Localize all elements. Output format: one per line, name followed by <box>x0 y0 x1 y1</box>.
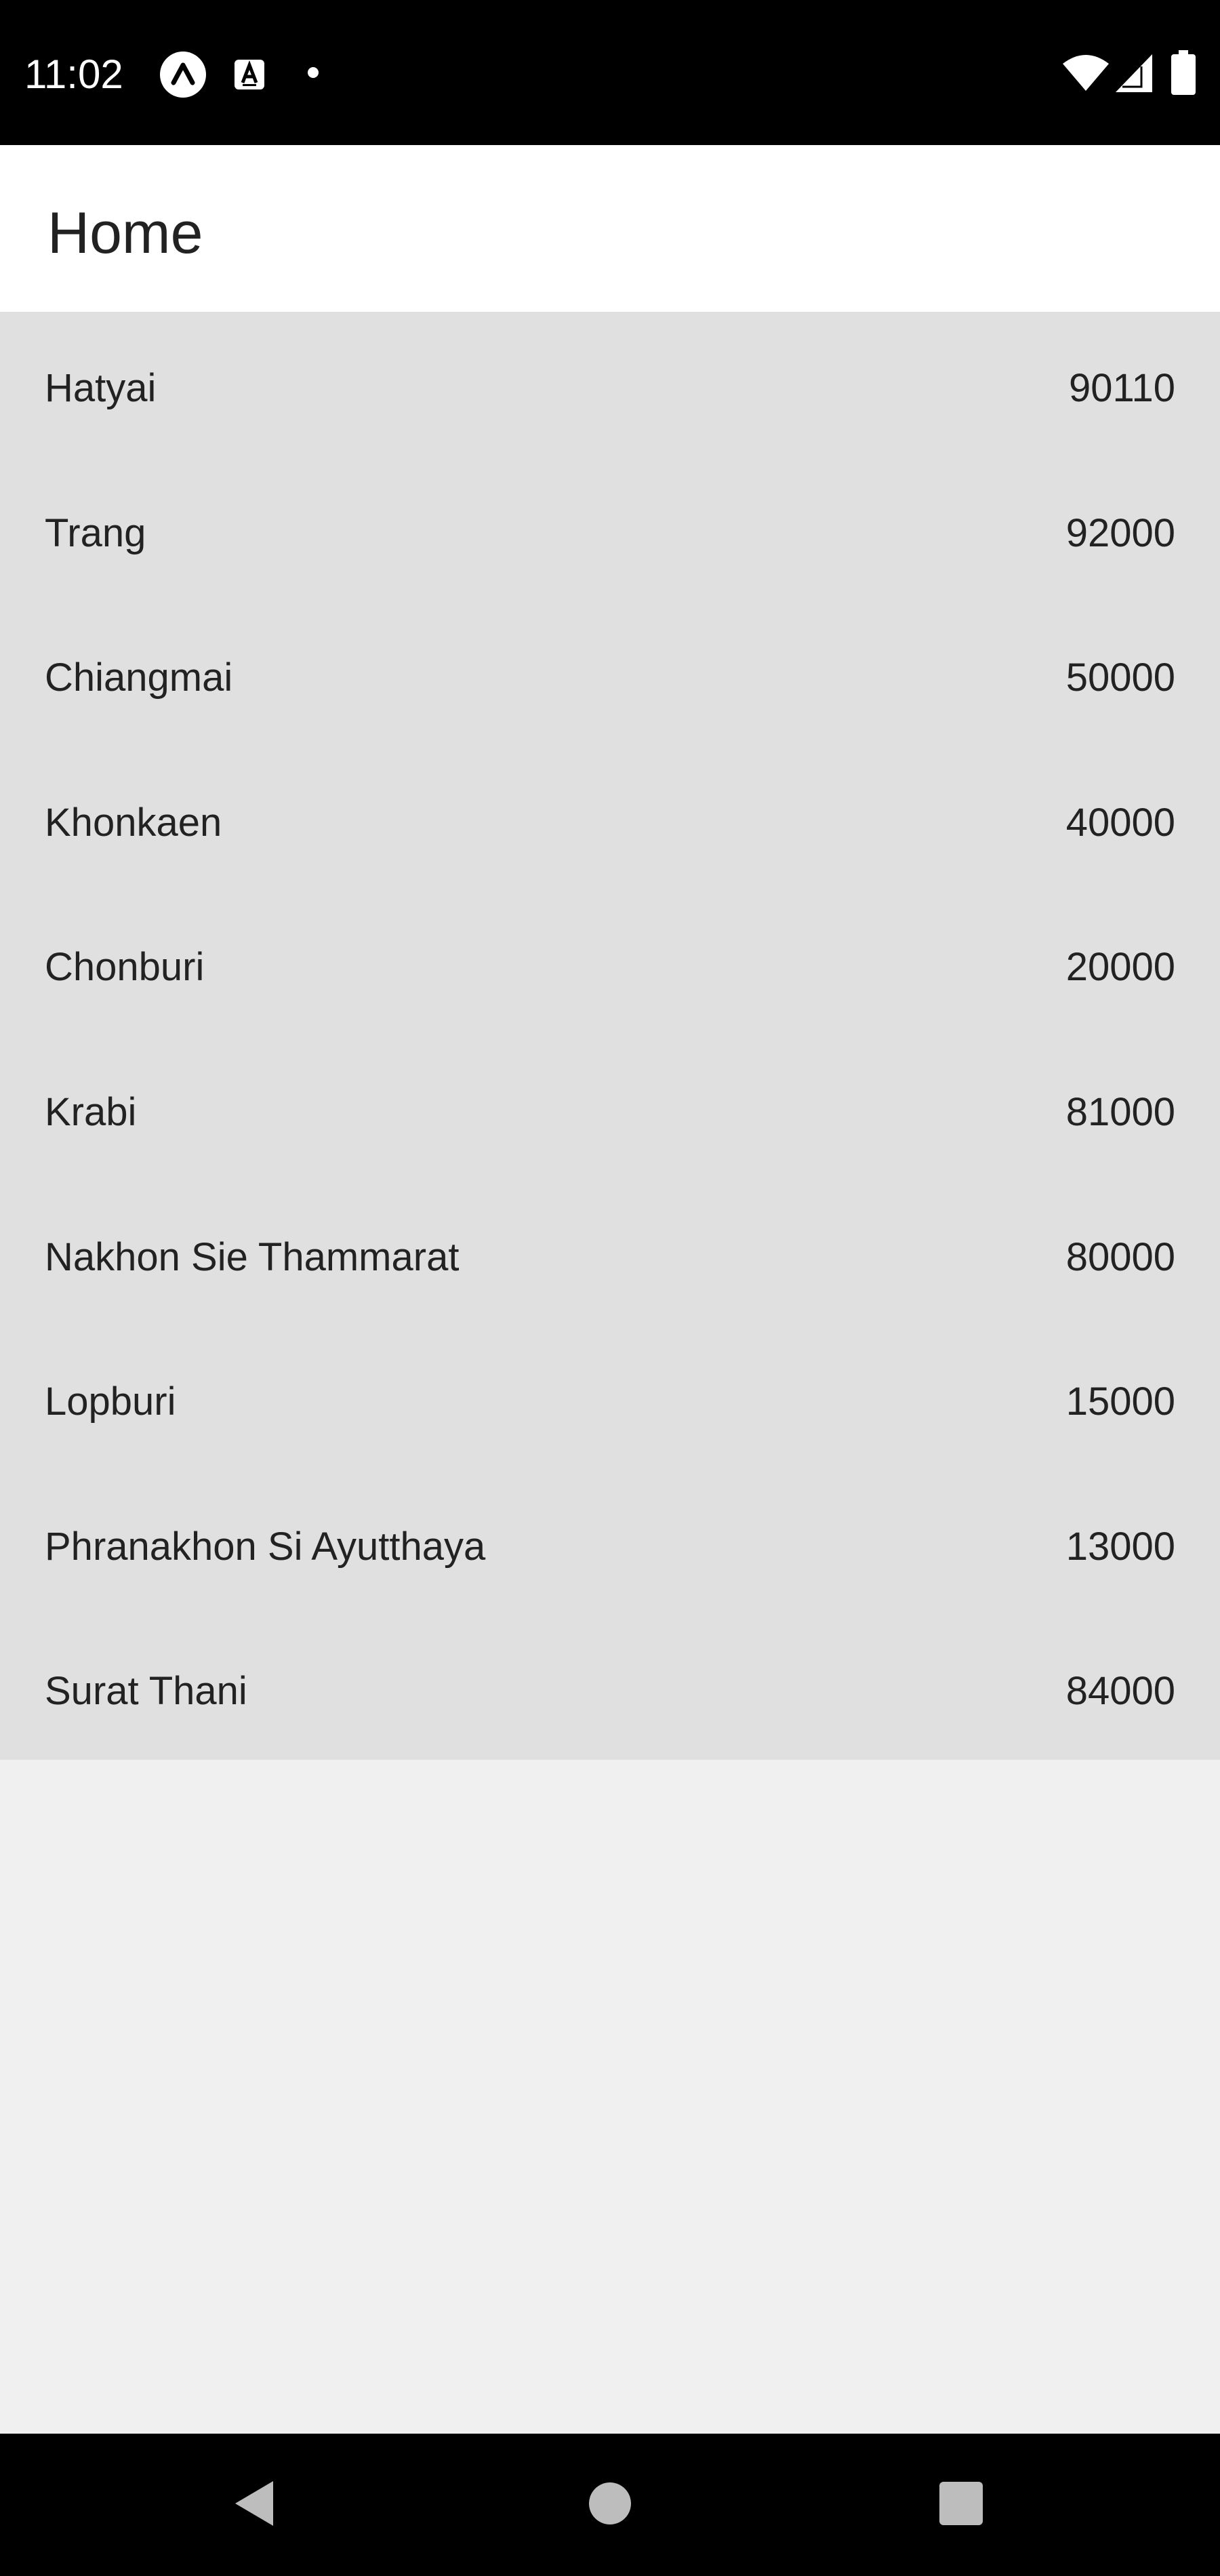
back-icon <box>231 2478 279 2532</box>
list-item[interactable]: Krabi 81000 <box>0 1036 1220 1181</box>
list-item-code: 20000 <box>1065 945 1175 990</box>
list-item[interactable]: Surat Thani 84000 <box>0 1615 1220 1760</box>
list-item-name: Khonkaen <box>45 800 222 845</box>
list-item[interactable]: Chonburi 20000 <box>0 891 1220 1036</box>
home-icon <box>588 2482 632 2529</box>
list-item[interactable]: Nakhon Sie Thammarat 80000 <box>0 1181 1220 1326</box>
home-button[interactable] <box>569 2464 651 2545</box>
list-item-code: 81000 <box>1065 1089 1175 1134</box>
back-button[interactable] <box>214 2464 296 2545</box>
recents-button[interactable] <box>920 2464 1002 2545</box>
list-item[interactable]: Hatyai 90110 <box>0 312 1220 457</box>
recents-icon <box>938 2480 984 2530</box>
list-item-name: Trang <box>45 510 146 555</box>
list-item-code: 15000 <box>1065 1380 1175 1424</box>
page-title: Home <box>47 201 203 266</box>
list-item-code: 92000 <box>1065 510 1175 555</box>
app-bar: Home <box>0 145 1220 312</box>
list-item-code: 40000 <box>1065 800 1175 845</box>
list-item-name: Nakhon Sie Thammarat <box>45 1234 460 1279</box>
list-item[interactable]: Lopburi 15000 <box>0 1325 1220 1470</box>
list-item-code: 84000 <box>1065 1669 1175 1714</box>
device-screen: 11:02 Home Hatyai 90110 Trang 92000 Chia… <box>0 0 1220 2576</box>
list-item-name: Hatyai <box>45 366 157 410</box>
content-area: Hatyai 90110 Trang 92000 Chiangmai 50000… <box>0 312 1220 2434</box>
list-item-name: Surat Thani <box>45 1669 247 1714</box>
cellular-signal-icon <box>1116 54 1152 92</box>
status-time: 11:02 <box>24 52 123 97</box>
list-item-code: 50000 <box>1065 656 1175 700</box>
list-item-code: 80000 <box>1065 1234 1175 1279</box>
list-item[interactable]: Phranakhon Si Ayutthaya 13000 <box>0 1470 1220 1615</box>
list-item-code: 90110 <box>1069 366 1175 410</box>
battery-icon <box>1171 50 1196 95</box>
list-item[interactable]: Khonkaen 40000 <box>0 746 1220 891</box>
notification-dot-icon <box>307 66 319 79</box>
list-item[interactable]: Chiangmai 50000 <box>0 601 1220 746</box>
status-bar: 11:02 <box>0 0 1220 145</box>
expo-icon <box>160 52 206 98</box>
list-item-name: Lopburi <box>45 1380 176 1424</box>
list-item-name: Phranakhon Si Ayutthaya <box>45 1524 486 1569</box>
city-list: Hatyai 90110 Trang 92000 Chiangmai 50000… <box>0 312 1220 1760</box>
list-item[interactable]: Trang 92000 <box>0 457 1220 602</box>
list-item-code: 13000 <box>1065 1524 1175 1569</box>
keyboard-a-icon <box>233 58 266 91</box>
wifi-icon <box>1063 54 1109 91</box>
list-item-name: Chiangmai <box>45 656 233 700</box>
list-item-name: Krabi <box>45 1089 137 1134</box>
list-item-name: Chonburi <box>45 945 205 990</box>
navigation-bar <box>0 2434 1220 2576</box>
